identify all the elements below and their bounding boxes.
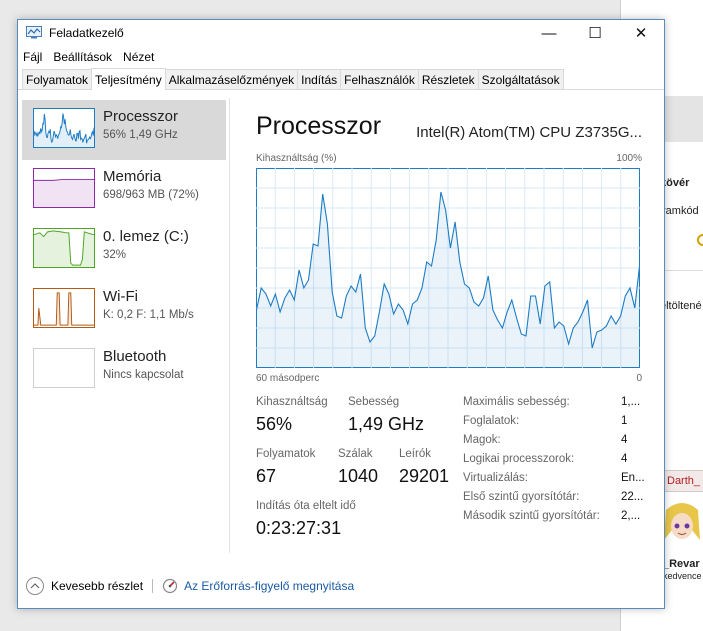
- tab-services[interactable]: Szolgáltatások: [477, 69, 564, 89]
- spec-label: Első szintű gyorsítótár:: [463, 491, 580, 503]
- spec-value: 22...: [621, 491, 644, 503]
- cpu-thumbnail-graph: [33, 108, 95, 148]
- utilization-label: Kihasználtság: [256, 396, 328, 408]
- background-text: eltöltené: [660, 300, 702, 312]
- processes-value: 67: [256, 466, 277, 486]
- wifi-thumbnail-graph: [33, 288, 95, 328]
- fewer-details-button[interactable]: Kevesebb részlet: [51, 579, 143, 593]
- sidebar-item-title: Processzor: [103, 108, 179, 125]
- task-manager-window: Feladatkezelő — ☐ ✕ Fájl Beállítások Néz…: [17, 19, 665, 609]
- sidebar-item-subtitle: Nincs kapcsolat: [103, 369, 184, 381]
- sidebar-item-title: Wi-Fi: [103, 288, 138, 305]
- spec-value: En...: [621, 472, 645, 484]
- uptime-label: Indítás óta eltelt idő: [256, 500, 356, 512]
- spec-value: 1: [621, 415, 628, 427]
- performance-panel: Processzor 56% 1,49 GHz Memória 698/963 …: [18, 90, 664, 570]
- spec-row: Foglalatok: 1: [463, 415, 653, 434]
- sidebar-item-wifi[interactable]: Wi-Fi K: 0,2 F: 1,1 Mb/s: [22, 280, 226, 340]
- maximize-button[interactable]: ☐: [572, 20, 618, 46]
- graph-x-label-left: 60 másodperc: [256, 373, 320, 384]
- tab-users[interactable]: Felhasználók: [340, 69, 419, 89]
- sidebar-item-subtitle: 698/963 MB (72%): [103, 189, 199, 201]
- bluetooth-thumbnail-graph: [33, 348, 95, 388]
- tab-details[interactable]: Részletek: [417, 69, 479, 89]
- resource-sidebar: Processzor 56% 1,49 GHz Memória 698/963 …: [22, 100, 226, 400]
- spec-label: Második szintű gyorsítótár:: [463, 510, 600, 522]
- footer-bar: Kevesebb részlet Az Erőforrás-figyelő me…: [18, 568, 664, 608]
- page-title: Processzor: [256, 112, 382, 140]
- spec-row: Első szintű gyorsítótár: 22...: [463, 491, 653, 510]
- spec-row: Maximális sebesség: 1,...: [463, 396, 653, 415]
- spec-row: Virtualizálás: En...: [463, 472, 653, 491]
- task-manager-icon: [26, 26, 42, 39]
- sidebar-item-cpu[interactable]: Processzor 56% 1,49 GHz: [22, 100, 226, 160]
- spec-label: Maximális sebesség:: [463, 396, 570, 408]
- cpu-model-name: Intel(R) Atom(TM) CPU Z3735G...: [416, 124, 642, 141]
- spec-value: 1,...: [621, 396, 641, 408]
- spec-value: 4: [621, 453, 628, 465]
- window-controls: — ☐ ✕: [526, 20, 664, 46]
- menu-view[interactable]: Nézet: [123, 50, 154, 64]
- chevron-up-icon[interactable]: [26, 577, 44, 595]
- sidebar-item-subtitle: K: 0,2 F: 1,1 Mb/s: [103, 309, 194, 321]
- footer-links: Kevesebb részlet Az Erőforrás-figyelő me…: [26, 577, 354, 595]
- tab-processes[interactable]: Folyamatok: [22, 69, 93, 89]
- spec-row: Logikai processzorok: 4: [463, 453, 653, 472]
- panel-divider: [229, 98, 230, 553]
- handles-value: 29201: [399, 466, 450, 486]
- graph-x-label-right: 0: [636, 373, 642, 384]
- graph-y-max-label: 100%: [616, 153, 642, 164]
- background-text: Darth_: [667, 475, 701, 487]
- graph-y-label: Kihasználtság (%): [256, 153, 337, 164]
- background-text: ramkód: [662, 205, 699, 217]
- background-coin-icon: [697, 234, 703, 246]
- menu-settings[interactable]: Beállítások: [53, 50, 112, 64]
- cpu-utilization-graph: [256, 168, 640, 368]
- open-resource-monitor-link[interactable]: Az Erőforrás-figyelő megnyitása: [184, 579, 354, 593]
- spec-label: Logikai processzorok:: [463, 453, 575, 465]
- processes-label: Folyamatok: [256, 448, 316, 460]
- sidebar-item-memory[interactable]: Memória 698/963 MB (72%): [22, 160, 226, 220]
- background-text: _Revar: [663, 558, 700, 570]
- footer-separator: [152, 579, 154, 593]
- window-title: Feladatkezelő: [49, 26, 124, 40]
- tab-startup[interactable]: Indítás: [297, 69, 342, 89]
- resource-monitor-icon: [162, 578, 178, 594]
- handles-label: Leírók: [399, 448, 431, 460]
- tab-performance[interactable]: Teljesítmény: [91, 68, 166, 90]
- uptime-value: 0:23:27:31: [256, 518, 342, 538]
- tab-bar: Folyamatok Teljesítmény Alkalmazáselőzmé…: [18, 68, 664, 90]
- spec-label: Magok:: [463, 434, 501, 446]
- memory-thumbnail-graph: [33, 168, 95, 208]
- utilization-value: 56%: [256, 414, 293, 434]
- sidebar-item-title: Bluetooth: [103, 348, 167, 365]
- menu-bar: Fájl Beállítások Nézet: [18, 46, 664, 68]
- background-avatar-icon: [664, 503, 700, 540]
- sidebar-item-title: 0. lemez (C:): [103, 228, 189, 245]
- threads-value: 1040: [338, 466, 379, 486]
- spec-label: Foglalatok:: [463, 415, 520, 427]
- spec-label: Virtualizálás:: [463, 472, 528, 484]
- sidebar-item-title: Memória: [103, 168, 162, 185]
- spec-row: Magok: 4: [463, 434, 653, 453]
- sidebar-item-bluetooth[interactable]: Bluetooth Nincs kapcsolat: [22, 340, 226, 400]
- background-text: kedvence: [663, 571, 702, 581]
- title-bar[interactable]: Feladatkezelő — ☐ ✕: [18, 20, 664, 46]
- disk-thumbnail-graph: [33, 228, 95, 268]
- spec-row: Második szintű gyorsítótár: 2,...: [463, 510, 653, 529]
- tab-app-history[interactable]: Alkalmazáselőzmények: [164, 69, 299, 89]
- threads-label: Szálak: [338, 448, 373, 460]
- spec-value: 2,...: [621, 510, 641, 522]
- close-button[interactable]: ✕: [618, 20, 664, 46]
- sidebar-item-subtitle: 56% 1,49 GHz: [103, 129, 178, 141]
- menu-file[interactable]: Fájl: [23, 50, 42, 64]
- minimize-button[interactable]: —: [526, 20, 572, 46]
- sidebar-item-disk[interactable]: 0. lemez (C:) 32%: [22, 220, 226, 280]
- spec-value: 4: [621, 434, 628, 446]
- speed-label: Sebesség: [348, 396, 400, 408]
- speed-value: 1,49 GHz: [348, 414, 425, 434]
- sidebar-item-subtitle: 32%: [103, 249, 127, 261]
